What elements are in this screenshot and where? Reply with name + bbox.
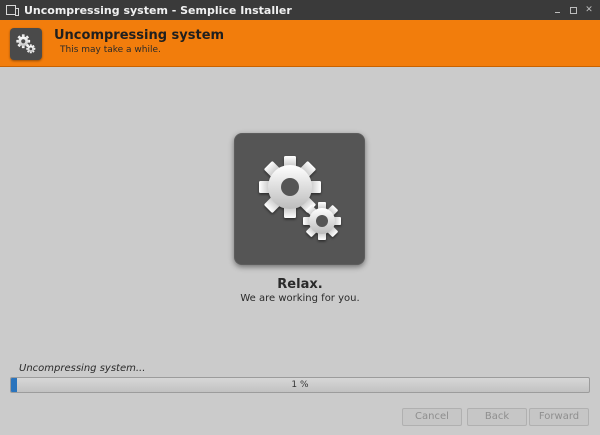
close-icon[interactable]: ✕ xyxy=(584,5,594,15)
forward-button[interactable]: Forward xyxy=(529,408,589,426)
window-controls: ✕ xyxy=(552,5,594,15)
maximize-icon[interactable] xyxy=(568,5,578,15)
progress-bar: 1 % xyxy=(10,377,590,393)
installer-window: Uncompressing system - Semplice Installe… xyxy=(0,0,600,435)
window-title: Uncompressing system - Semplice Installe… xyxy=(24,3,292,17)
relax-heading: Relax. xyxy=(277,277,323,292)
title-bar[interactable]: Uncompressing system - Semplice Installe… xyxy=(0,0,600,20)
header-title: Uncompressing system xyxy=(54,28,225,43)
progress-status-text: Uncompressing system... xyxy=(19,363,146,374)
cancel-button[interactable]: Cancel xyxy=(402,408,462,426)
window-app-icon xyxy=(6,5,19,16)
gears-icon xyxy=(258,156,341,240)
illustration-card xyxy=(234,133,365,265)
progress-percent-label: 1 % xyxy=(291,380,309,390)
back-button[interactable]: Back xyxy=(467,408,527,426)
header-gears-icon xyxy=(10,28,42,60)
header-subtitle: This may take a while. xyxy=(60,45,161,55)
working-message: We are working for you. xyxy=(240,293,360,304)
minimize-icon[interactable] xyxy=(552,5,562,15)
page-header: Uncompressing system This may take a whi… xyxy=(0,20,600,67)
